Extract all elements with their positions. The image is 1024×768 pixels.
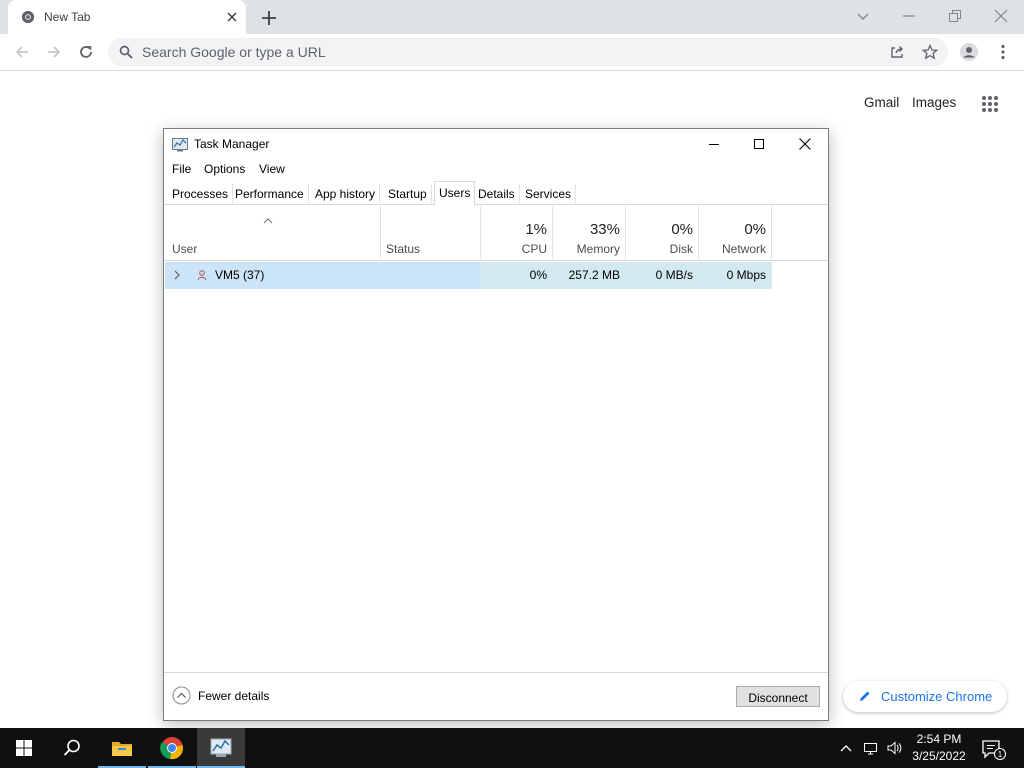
tab-app-history[interactable]: App history (311, 184, 381, 205)
omnibox-placeholder[interactable]: Search Google or type a URL (142, 44, 326, 60)
profile-avatar-icon[interactable] (960, 43, 978, 61)
task-manager-tabs: Processes Performance App history Startu… (164, 179, 828, 206)
expand-chevron-icon[interactable] (173, 270, 181, 280)
file-explorer-icon (112, 742, 132, 756)
disconnect-button[interactable]: Disconnect (736, 686, 820, 707)
fewer-details-icon[interactable] (172, 686, 191, 705)
row-user-name: VM5 (37) (215, 268, 265, 282)
minimize-icon[interactable] (901, 8, 917, 24)
network-total-percent: 0% (744, 221, 766, 238)
taskbar-clock-date[interactable]: 3/25/2022 (907, 749, 971, 763)
tm-maximize-icon[interactable] (751, 136, 767, 152)
tab-search-icon[interactable] (855, 8, 871, 24)
taskbar-chrome[interactable] (148, 728, 196, 768)
sort-ascending-icon[interactable] (263, 218, 273, 224)
bookmark-star-icon[interactable] (922, 44, 938, 60)
column-network[interactable]: Network (700, 242, 766, 256)
task-manager-titlebar[interactable]: Task Manager (164, 129, 828, 159)
images-link[interactable]: Images (912, 95, 956, 110)
menu-options[interactable]: Options (204, 162, 245, 176)
task-manager-title: Task Manager (194, 137, 270, 151)
users-column-header: User Status 1% CPU 33% Memory 0% Disk 0%… (164, 206, 828, 261)
tab-services[interactable]: Services (521, 184, 577, 205)
pencil-icon (860, 691, 870, 701)
task-manager-footer: Fewer details Disconnect (164, 672, 828, 720)
google-apps-icon[interactable] (981, 95, 999, 113)
column-user[interactable]: User (172, 242, 197, 256)
show-hidden-icons-chevron-icon[interactable] (838, 740, 854, 756)
search-icon (63, 739, 80, 756)
chrome-favicon-icon (21, 10, 35, 24)
cpu-total-percent: 1% (525, 221, 547, 238)
row-disk: 0 MB/s (655, 268, 693, 282)
start-button[interactable] (0, 728, 48, 768)
close-window-icon[interactable] (993, 8, 1009, 24)
windows-taskbar: 2:54 PM 3/25/2022 1 (0, 728, 1024, 768)
menu-view[interactable]: View (259, 162, 285, 176)
column-divider[interactable] (552, 206, 553, 261)
network-icon[interactable] (863, 740, 879, 756)
tab-title: New Tab (44, 10, 91, 24)
back-icon[interactable] (13, 43, 31, 61)
user-icon (197, 270, 207, 281)
column-cpu[interactable]: CPU (482, 242, 547, 256)
chrome-icon (160, 737, 183, 760)
tab-strip: New Tab (0, 0, 1024, 34)
table-row[interactable]: VM5 (37) 0% 257.2 MB 0 MB/s 0 Mbps (165, 262, 772, 289)
share-icon[interactable] (889, 44, 905, 60)
menu-file[interactable]: File (172, 162, 191, 176)
tm-close-icon[interactable] (797, 136, 813, 152)
task-manager-icon (172, 138, 188, 152)
action-center-notification-icon[interactable]: 1 (980, 738, 1006, 760)
row-cpu: 0% (529, 268, 547, 282)
restore-icon[interactable] (947, 8, 963, 24)
row-memory: 257.2 MB (568, 268, 620, 282)
close-tab-icon[interactable] (224, 9, 240, 25)
new-tab-icon[interactable] (258, 7, 280, 29)
volume-icon[interactable] (886, 740, 902, 756)
search-icon (119, 45, 133, 59)
customize-chrome-label: Customize Chrome (881, 689, 993, 704)
fewer-details-link[interactable]: Fewer details (198, 689, 269, 703)
tab-performance[interactable]: Performance (231, 184, 309, 205)
task-manager-menubar: File Options View (164, 159, 828, 179)
column-status[interactable]: Status (386, 242, 420, 256)
browser-tab[interactable]: New Tab (8, 0, 246, 34)
tab-users[interactable]: Users (434, 181, 476, 206)
task-manager-window: Task Manager File Options View Processes… (163, 128, 829, 721)
tab-details[interactable]: Details (474, 184, 520, 205)
start-icon (16, 740, 32, 756)
column-divider[interactable] (698, 206, 699, 261)
browser-toolbar: Search Google or type a URL (0, 34, 1024, 71)
column-memory[interactable]: Memory (554, 242, 620, 256)
chrome-menu-icon[interactable] (994, 43, 1012, 61)
column-divider[interactable] (625, 206, 626, 261)
tab-processes[interactable]: Processes (168, 184, 234, 205)
row-network: 0 Mbps (726, 268, 766, 282)
column-divider[interactable] (480, 206, 481, 261)
memory-total-percent: 33% (589, 221, 620, 238)
forward-icon[interactable] (45, 43, 63, 61)
column-divider[interactable] (380, 206, 381, 261)
reload-icon[interactable] (77, 43, 95, 61)
column-divider[interactable] (771, 206, 772, 261)
customize-chrome-button[interactable]: Customize Chrome (843, 681, 1007, 712)
notification-count: 1 (998, 750, 1003, 759)
taskbar-task-manager[interactable] (197, 728, 245, 768)
taskbar-clock-time[interactable]: 2:54 PM (912, 732, 966, 746)
omnibox[interactable]: Search Google or type a URL (108, 38, 948, 66)
column-disk[interactable]: Disk (627, 242, 693, 256)
task-manager-icon (210, 738, 232, 757)
tm-minimize-icon[interactable] (706, 136, 722, 152)
taskbar-search-button[interactable] (48, 728, 96, 768)
gmail-link[interactable]: Gmail (864, 95, 899, 110)
taskbar-file-explorer[interactable] (98, 728, 146, 768)
tab-startup[interactable]: Startup (384, 184, 432, 205)
disk-total-percent: 0% (671, 221, 693, 238)
